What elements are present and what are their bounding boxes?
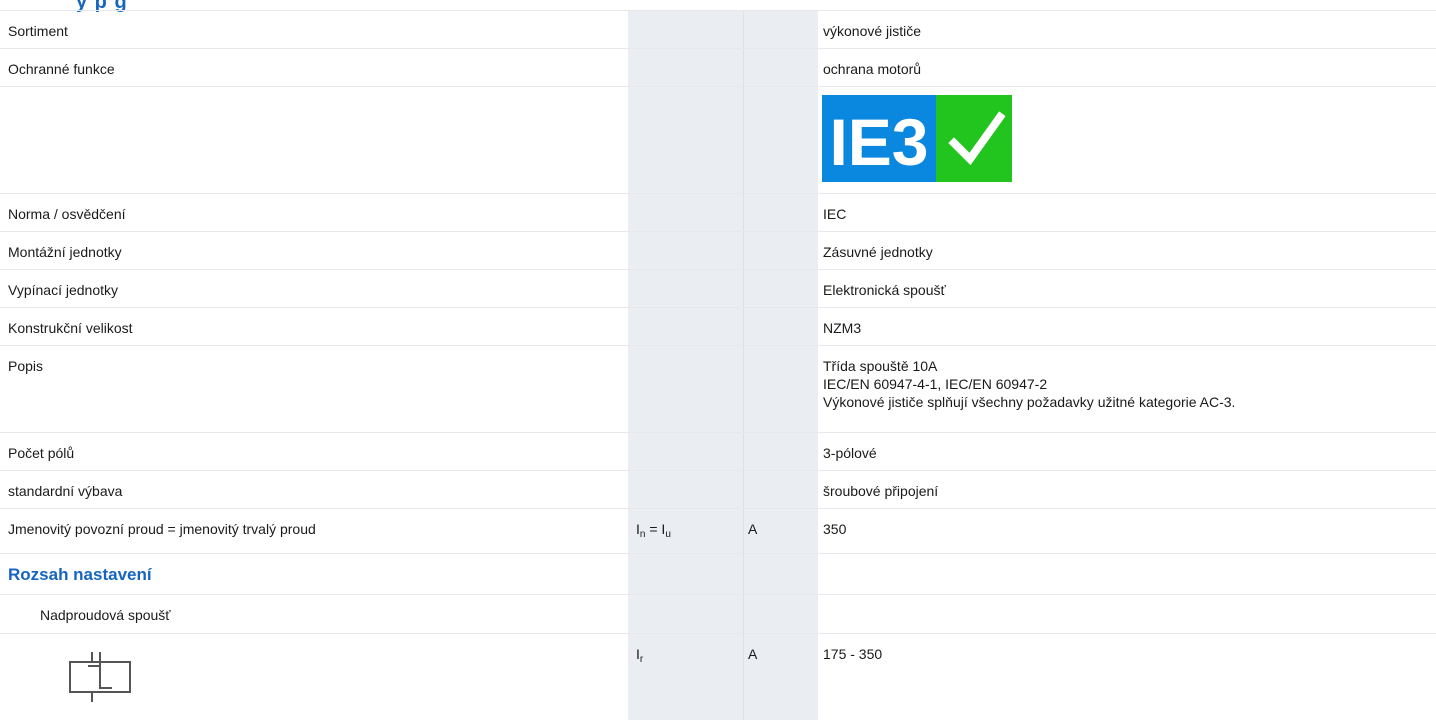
row-value: 350	[823, 521, 847, 537]
table-row: Ochranné funkce ochrana motorů	[0, 49, 1436, 87]
row-value: šroubové připojení	[823, 483, 939, 499]
row-label: Jmenovitý povozní proud = jmenovitý trva…	[8, 521, 316, 537]
row-value: Elektronická spoušť	[823, 282, 946, 298]
row-label: Ochranné funkce	[8, 61, 115, 77]
row-sublabel: Nadproudová spoušť	[40, 607, 171, 623]
product-spec-table: y p g Sortiment výkonové jističe Ochrann…	[0, 0, 1436, 720]
unit: A	[748, 521, 758, 537]
table-row: Norma / osvědčení IEC	[0, 194, 1436, 232]
row-label: Norma / osvědčení	[8, 206, 126, 222]
table-row: Rozsah nastavení	[0, 554, 1436, 595]
row-label: Konstrukční velikost	[8, 320, 133, 336]
row-value: výkonové jističe	[823, 23, 922, 39]
table-row: Jmenovitý povozní proud = jmenovitý trva…	[0, 509, 1436, 554]
row-value: IEC	[823, 206, 847, 222]
ie3-badge-text: IE3	[829, 105, 928, 179]
unit: A	[748, 646, 758, 662]
row-label: standardní výbava	[8, 483, 123, 499]
row-label: Montážní jednotky	[8, 244, 122, 260]
row-label: Vypínací jednotky	[8, 282, 118, 298]
ie3-efficiency-badge: IE3	[822, 95, 1012, 182]
row-value-line: Výkonové jističe splňují všechny požadav…	[823, 394, 1236, 410]
overcurrent-release-icon	[69, 652, 131, 702]
table-row: Popis Třída spouště 10A IEC/EN 60947-4-1…	[0, 346, 1436, 433]
row-value: NZM3	[823, 320, 862, 336]
row-value: 3-pólové	[823, 445, 877, 461]
row-label: Popis	[8, 358, 44, 374]
table-row: Ir A 175 - 350	[0, 634, 1436, 720]
row-value-line: Třída spouště 10A	[823, 358, 938, 374]
table-row: Montážní jednotky Zásuvné jednotky	[0, 232, 1436, 270]
table-row: Vypínací jednotky Elektronická spoušť	[0, 270, 1436, 308]
table-row: Konstrukční velikost NZM3	[0, 308, 1436, 346]
row-label: Počet pólů	[8, 445, 75, 461]
row-value: ochrana motorů	[823, 61, 922, 77]
symbol-ir: Ir	[636, 646, 644, 665]
row-value-line: IEC/EN 60947-4-1, IEC/EN 60947-2	[823, 376, 1048, 392]
table-row: IE3	[0, 87, 1436, 194]
table-row: standardní výbava šroubové připojení	[0, 471, 1436, 509]
row-label: Sortiment	[8, 23, 68, 39]
row-value: 175 - 350	[823, 646, 883, 662]
symbol-in-iu: In = Iu	[636, 521, 671, 540]
table-row: Počet pólů 3-pólové	[0, 433, 1436, 471]
table-row: Sortiment výkonové jističe	[0, 11, 1436, 49]
section-title: Rozsah nastavení	[8, 565, 152, 584]
table-row: Nadproudová spoušť	[0, 595, 1436, 634]
row-value: Zásuvné jednotky	[823, 244, 933, 260]
